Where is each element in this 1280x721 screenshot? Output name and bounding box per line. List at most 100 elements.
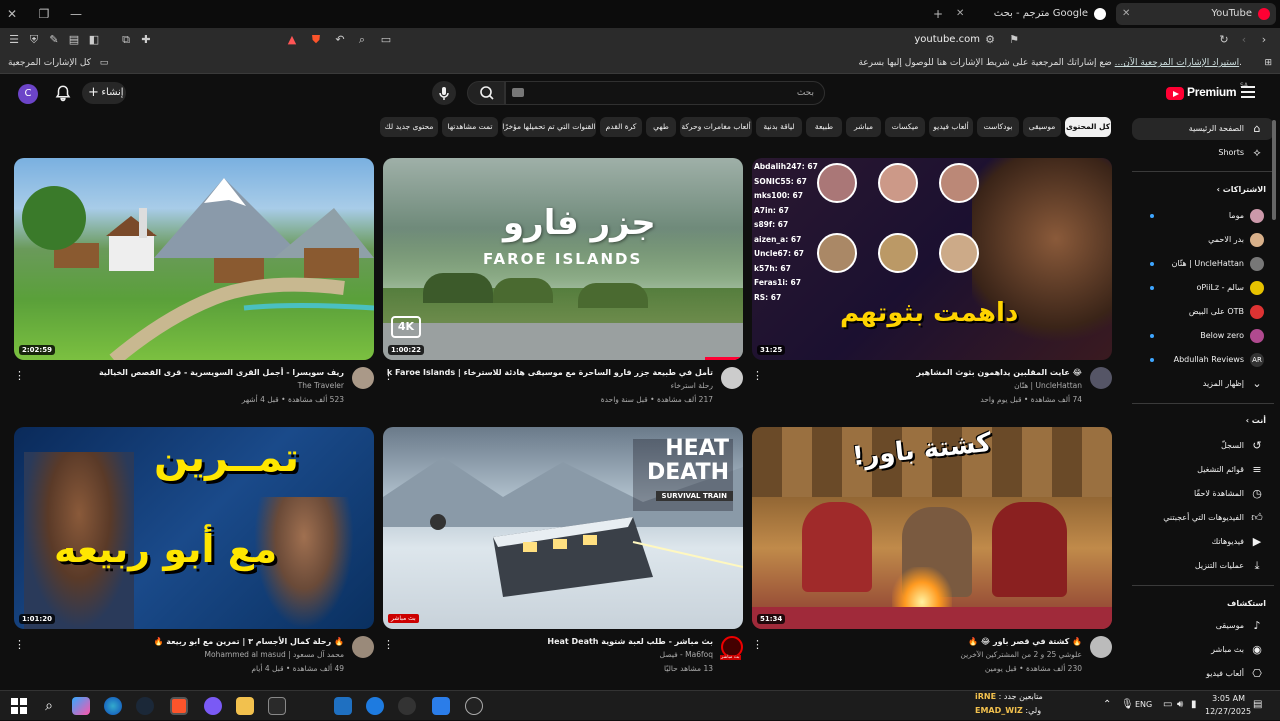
sidebar-item-subscription[interactable]: بدر الاحمي [1132,229,1274,251]
copilot-icon[interactable] [72,697,90,715]
notifications-bell-icon[interactable] [54,84,72,102]
shield-icon[interactable]: ⛨ [26,32,42,48]
search-icon[interactable]: ⌕ [354,32,370,48]
video-thumbnail[interactable]: كشتة باور! 51:34 [752,427,1112,629]
voice-search-button[interactable] [432,81,456,105]
sidebar-item-subscription[interactable]: موما [1132,205,1274,227]
app-icon[interactable] [366,697,384,715]
close-window-icon[interactable]: ✕ [4,6,20,22]
new-tab-icon[interactable]: + [930,6,946,22]
more-options-icon[interactable]: ⋮ [752,638,763,652]
sidebar-item-history[interactable]: ↺ السجلّ [1132,435,1274,457]
channel-name[interactable]: UncleHattan | هتّان [756,381,1082,390]
more-options-icon[interactable]: ⋮ [752,369,763,383]
sidebar-item-playlists[interactable]: ≡ قوائم التشغيل [1132,459,1274,481]
notifications-icon[interactable]: ▤ [1253,699,1262,710]
windows-start-icon[interactable] [10,697,28,715]
clock-time[interactable]: 3:05 AM [1205,694,1245,703]
steam-icon[interactable] [136,697,154,715]
channel-avatar[interactable] [352,636,374,658]
chip-gaming[interactable]: ألعاب فيديو [929,117,973,137]
more-options-icon[interactable]: ⋮ [14,369,25,383]
chip-mixes[interactable]: ميكسات [885,117,925,137]
reload-icon[interactable]: ↻ [1216,32,1232,48]
tab-google[interactable]: ✕ مترجم - بحث Google [950,3,1112,25]
language-indicator[interactable]: ENG [1135,700,1152,709]
store-icon[interactable] [268,697,286,715]
obs-icon[interactable] [398,697,416,715]
tabs-icon[interactable]: ▤ [66,32,82,48]
chip-watched[interactable]: تمت مشاهدتها [442,117,498,137]
brave-icon[interactable] [170,697,188,715]
video-title[interactable]: بث مباشر - طلب لعبة شتوية Heat Death [387,636,713,647]
extensions-icon[interactable]: ✚ [138,32,154,48]
bookmark-icon[interactable]: ⚑ [1006,32,1022,48]
video-title[interactable]: تأمل في طبيعة جزر فارو الساحرة مع موسيقى… [387,367,713,378]
sidebar-item-subscription[interactable]: AR Abdullah Reviews [1132,349,1274,371]
undo-icon[interactable]: ↶ [332,32,348,48]
mic-icon[interactable]: 🎙︎ [1121,699,1134,710]
menu-icon[interactable]: ☰ [6,32,22,48]
back-icon[interactable]: › [1256,32,1272,48]
video-title[interactable]: 😂 عايت المقلبين يداهمون بثوث المشاهير [756,367,1082,378]
sidebar-icon[interactable]: ◧ [86,32,102,48]
keyboard-icon[interactable] [512,88,524,97]
edge-icon[interactable] [104,697,122,715]
video-thumbnail[interactable]: Abdalih247: 67 SONIC55: 67 mks100: 67 A7… [752,158,1112,360]
you-heading[interactable]: أنت › [1246,416,1266,425]
search-icon[interactable]: ⌕ [40,697,58,715]
sidebar-item-live[interactable]: ◉ بث مباشر [1132,639,1274,661]
search-button[interactable] [467,81,505,105]
video-card[interactable]: تمــرين مع أبو ربيعه 1:01:20 🔥 رحلة كمال… [14,427,374,677]
import-bookmarks-link[interactable]: استيراد الإشارات المرجعية الآن... [1115,58,1239,68]
sidebar-item-home[interactable]: ⌂ الصفحة الرئيسية [1132,118,1274,140]
video-thumbnail[interactable]: HEAT DEATH SURVIVAL TRAIN بث مباشر [383,427,743,629]
tab-youtube[interactable]: ✕ YouTube [1116,3,1276,25]
forward-icon[interactable]: ‹ [1236,32,1252,48]
chip-action-adventure[interactable]: ألعاب مغامرات وحركة [680,117,752,137]
video-title[interactable]: 🔥 كشتة في قصر باور 😂 🔥 [756,636,1082,647]
channel-name[interactable]: علوشي 25 و 2 من المشتركين الآخرين [756,650,1082,659]
app-icon[interactable] [465,697,483,715]
video-card[interactable]: جزر فارو FAROE ISLANDS 4K 1:00:22 تأمل ف… [383,158,743,408]
minimize-window-icon[interactable]: — [68,6,84,22]
sidebar-item-subscription[interactable]: OTB على البيض [1132,301,1274,323]
address-bar[interactable]: youtube.com [880,31,980,49]
video-thumbnail[interactable]: تمــرين مع أبو ربيعه 1:01:20 [14,427,374,629]
sidebar-item-your-videos[interactable]: ▶ فيديوهاتك [1132,531,1274,553]
channel-name[interactable]: The Traveler [18,381,344,390]
bookmarks-folder[interactable]: كل الإشارات المرجعية ▭ [8,55,108,71]
video-card[interactable]: Abdalih247: 67 SONIC55: 67 mks100: 67 A7… [752,158,1112,408]
video-thumbnail[interactable]: جزر فارو FAROE ISLANDS 4K 1:00:22 [383,158,743,360]
sidebar-item-liked-videos[interactable]: 👍︎ الفيديوهات التي أعجبتني [1132,507,1274,529]
channel-avatar[interactable] [721,367,743,389]
sidebar-item-show-more[interactable]: ⌄ إظهار المزيد [1132,373,1274,395]
network-icon[interactable]: ▭ [1163,699,1172,710]
clock-date[interactable]: 12/27/2025 [1205,707,1251,716]
more-options-icon[interactable]: ⋮ [14,638,25,652]
sidebar-item-shorts[interactable]: ⟡ Shorts [1132,142,1274,164]
sidebar-item-subscription[interactable]: UncleHattan | هتّان [1132,253,1274,275]
more-options-icon[interactable]: ⋮ [383,369,394,383]
video-title[interactable]: 🔥 رحلة كمال الأجسام ٣ | تمرين مع ابو ربي… [18,636,344,647]
video-card[interactable]: HEAT DEATH SURVIVAL TRAIN بث مباشر بث مب… [383,427,743,677]
screenshot-icon[interactable]: ⧉ [118,32,134,48]
channel-avatar[interactable]: بث مباشر [720,636,743,660]
chip-music[interactable]: موسيقى [1023,117,1061,137]
restore-window-icon[interactable]: ❐ [36,6,52,22]
tab-close-icon[interactable]: ✕ [956,3,964,25]
more-options-icon[interactable]: ⋮ [383,638,394,652]
video-thumbnail[interactable]: 2:02:59 [14,158,374,360]
folder-icon[interactable] [236,697,254,715]
channel-name[interactable]: محمد آل مسعود | Mohammed al masud [18,650,344,659]
scrollbar[interactable] [1272,120,1276,220]
app-icon[interactable] [432,697,450,715]
sidebar-item-watch-later[interactable]: ◷ المشاهدة لاحقًا [1132,483,1274,505]
chip-podcasts[interactable]: بودكاست [977,117,1019,137]
chip-recently-uploaded[interactable]: القنوات التي تم تحميلها مؤخرًا [502,117,596,137]
video-card[interactable]: كشتة باور! 51:34 🔥 كشتة في قصر باور 😂 🔥 … [752,427,1112,677]
tab-close-icon[interactable]: ✕ [1122,3,1130,25]
create-button[interactable]: + إنشاء [82,82,126,104]
battery-icon[interactable]: ▮ [1191,699,1197,710]
chip-new-to-you[interactable]: محتوى جديد لك [380,117,438,137]
